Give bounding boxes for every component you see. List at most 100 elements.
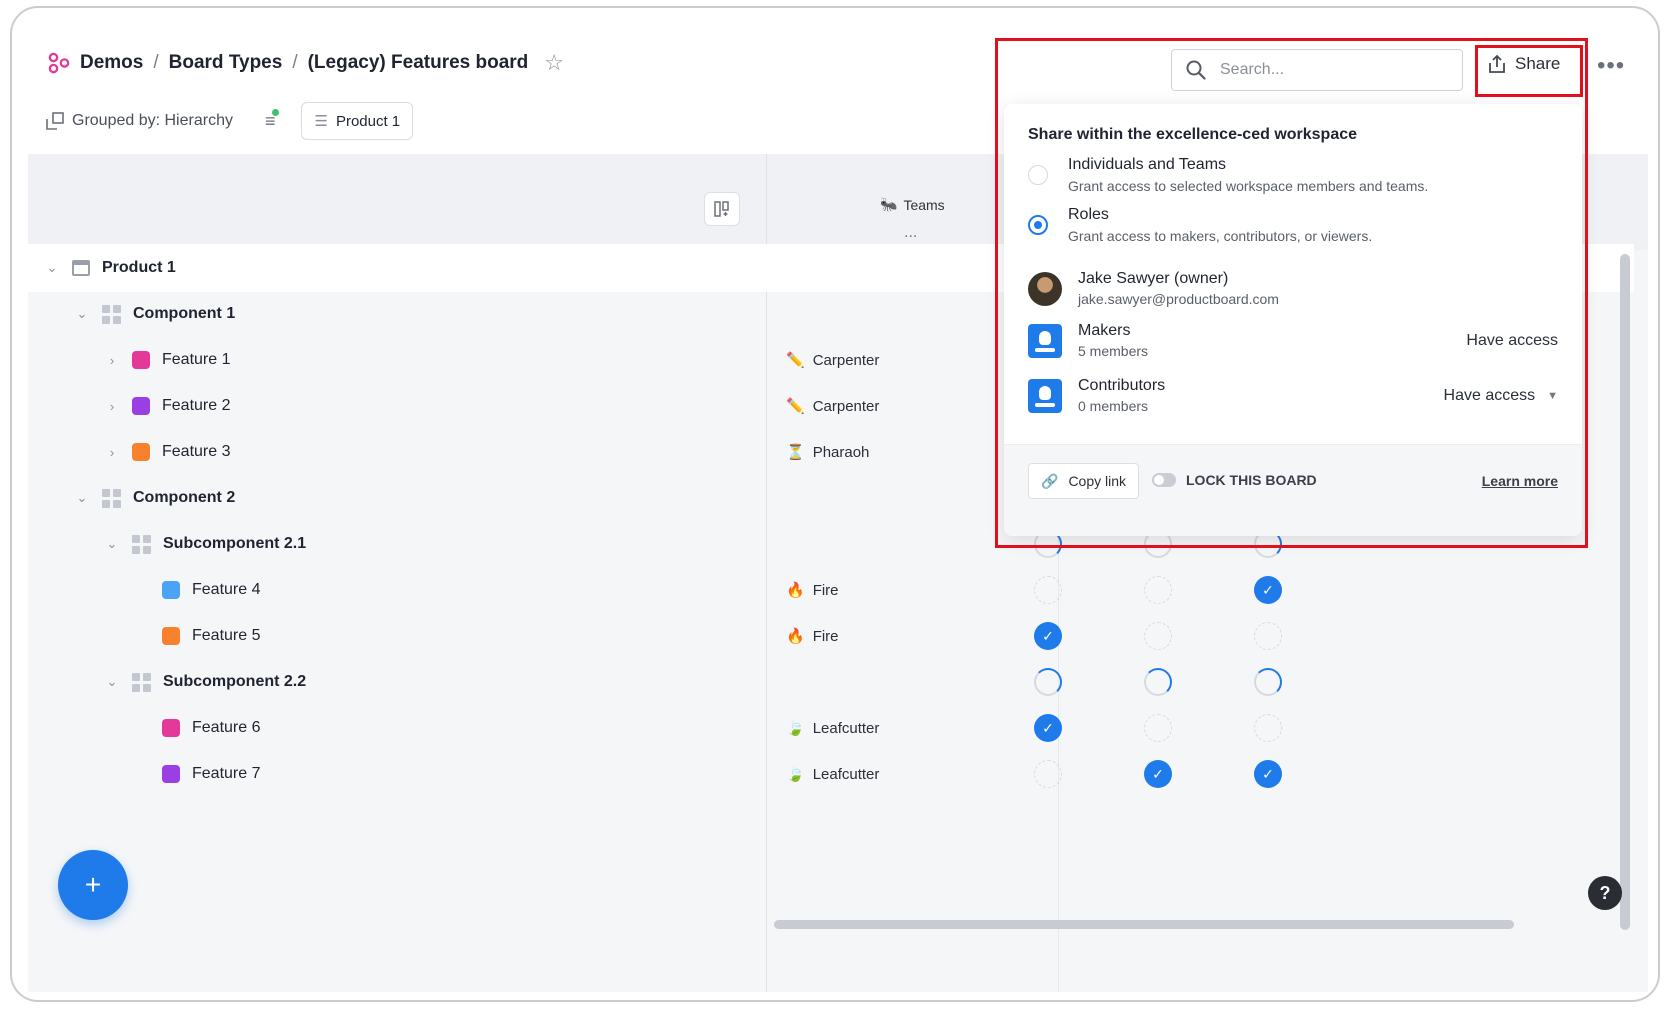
board-toolbar: Grouped by: Hierarchy ≡ ☰ Product 1 xyxy=(46,102,414,140)
chevron-down-icon[interactable]: ⌄ xyxy=(74,306,90,322)
check-icon[interactable]: ✓ xyxy=(1254,576,1282,604)
fire-icon: 🔥 xyxy=(786,582,805,599)
table-row[interactable]: Feature 7 🍃 Leafcutter ✓ ✓ xyxy=(28,750,1634,798)
status-cell[interactable] xyxy=(1144,668,1172,696)
chevron-down-icon[interactable]: ⌄ xyxy=(104,674,120,690)
table-row[interactable]: Feature 4 🔥 Fire ✓ xyxy=(28,566,1634,614)
pencil-icon: ✏️ xyxy=(786,398,805,415)
table-row[interactable]: Feature 6 🍃 Leafcutter ✓ xyxy=(28,704,1634,752)
row-label: Subcomponent 2.2 xyxy=(163,673,307,690)
row-label: Component 2 xyxy=(133,489,236,506)
columns-icon xyxy=(714,201,729,217)
productboard-logo-icon xyxy=(48,52,70,74)
grouped-by-label: Grouped by: Hierarchy xyxy=(72,112,233,129)
status-cell[interactable] xyxy=(1144,714,1172,742)
subcomponent-icon xyxy=(132,534,151,554)
status-cell[interactable] xyxy=(1254,622,1282,650)
row-label: Feature 1 xyxy=(162,351,231,368)
row-label: Product 1 xyxy=(102,259,176,276)
chevron-down-icon[interactable]: ⌄ xyxy=(74,490,90,506)
feature-color-icon xyxy=(162,765,180,783)
teams-column-header[interactable]: 🐜 Teams xyxy=(880,196,945,213)
filter-icon[interactable]: ≡ xyxy=(265,108,280,132)
chevron-down-icon[interactable]: ⌄ xyxy=(44,260,60,276)
breadcrumb-separator: / xyxy=(292,52,298,73)
team-name: Carpenter xyxy=(812,351,880,369)
teams-column-label: Teams xyxy=(903,196,945,213)
team-cell[interactable]: 🔥 Fire xyxy=(786,581,839,600)
product-filter-label: Product 1 xyxy=(335,112,401,130)
row-label: Feature 5 xyxy=(192,627,261,644)
vertical-scrollbar[interactable] xyxy=(1620,254,1630,930)
status-cell[interactable] xyxy=(1254,668,1282,696)
team-name: Leafcutter xyxy=(812,719,880,737)
horizontal-scrollbar[interactable] xyxy=(774,920,1514,929)
fire-icon: 🔥 xyxy=(786,628,805,645)
pencil-icon: ✏️ xyxy=(786,352,805,369)
feature-color-icon xyxy=(162,719,180,737)
feature-color-icon xyxy=(132,351,150,369)
status-cell[interactable] xyxy=(1144,576,1172,604)
team-name: Carpenter xyxy=(812,397,880,415)
chevron-right-icon[interactable]: › xyxy=(104,445,120,460)
feature-color-icon xyxy=(162,581,180,599)
sort-icon: ☰ xyxy=(314,113,328,130)
status-cell[interactable] xyxy=(1034,668,1062,696)
team-name: Leafcutter xyxy=(812,765,880,783)
add-button[interactable]: + xyxy=(58,850,128,920)
component-icon xyxy=(102,304,121,324)
hierarchy-icon xyxy=(46,112,64,130)
breadcrumb-item-demos[interactable]: Demos xyxy=(80,52,143,74)
leaf-icon: 🍃 xyxy=(786,720,805,737)
feature-color-icon xyxy=(132,443,150,461)
check-icon[interactable]: ✓ xyxy=(1034,714,1062,742)
check-icon[interactable]: ✓ xyxy=(1034,622,1062,650)
hourglass-icon: ⏳ xyxy=(786,444,805,461)
row-label: Feature 7 xyxy=(192,765,261,782)
team-name: Pharaoh xyxy=(812,443,870,461)
team-cell[interactable]: 🍃 Leafcutter xyxy=(786,719,880,738)
status-cell[interactable] xyxy=(1254,714,1282,742)
row-label: Subcomponent 2.1 xyxy=(163,535,307,552)
breadcrumb-separator: / xyxy=(153,52,159,73)
feature-color-icon xyxy=(162,627,180,645)
team-name: Fire xyxy=(812,581,839,599)
star-icon[interactable]: ☆ xyxy=(544,50,564,76)
team-name: Fire xyxy=(812,627,839,645)
status-cell[interactable] xyxy=(1144,622,1172,650)
chevron-down-icon[interactable]: ⌄ xyxy=(104,536,120,552)
product-filter-button[interactable]: ☰ Product 1 xyxy=(301,102,414,140)
more-options-icon[interactable]: ••• xyxy=(1597,52,1625,80)
chevron-right-icon[interactable]: › xyxy=(104,399,120,414)
check-icon[interactable]: ✓ xyxy=(1144,760,1172,788)
teams-column-menu[interactable]: ... xyxy=(904,224,917,242)
table-row[interactable]: ⌄ Subcomponent 2.2 xyxy=(28,658,1634,706)
leaf-icon: 🍃 xyxy=(786,766,805,783)
breadcrumb: Demos / Board Types / (Legacy) Features … xyxy=(48,50,564,76)
team-cell[interactable]: ✏️ Carpenter xyxy=(786,351,880,370)
chevron-right-icon[interactable]: › xyxy=(104,353,120,368)
team-cell[interactable]: 🍃 Leafcutter xyxy=(786,765,880,784)
status-cell[interactable] xyxy=(1034,760,1062,788)
team-cell[interactable]: ⏳ Pharaoh xyxy=(786,443,870,462)
feature-color-icon xyxy=(132,397,150,415)
row-label: Feature 6 xyxy=(192,719,261,736)
column-settings-button[interactable] xyxy=(704,192,740,226)
subcomponent-icon xyxy=(132,672,151,692)
check-icon[interactable]: ✓ xyxy=(1254,760,1282,788)
table-row[interactable]: Feature 5 🔥 Fire ✓ xyxy=(28,612,1634,660)
share-highlight-box xyxy=(1475,45,1583,97)
grouped-by-button[interactable]: Grouped by: Hierarchy xyxy=(46,112,233,130)
row-label: Feature 4 xyxy=(192,581,261,598)
component-icon xyxy=(102,488,121,508)
help-button[interactable]: ? xyxy=(1588,876,1622,910)
filter-active-dot xyxy=(272,108,280,116)
row-label: Feature 3 xyxy=(162,443,231,460)
breadcrumb-item-board[interactable]: (Legacy) Features board xyxy=(308,52,529,74)
product-icon xyxy=(72,260,90,276)
team-cell[interactable]: 🔥 Fire xyxy=(786,627,839,646)
breadcrumb-item-board-types[interactable]: Board Types xyxy=(169,52,283,74)
ant-icon: 🐜 xyxy=(880,196,898,212)
status-cell[interactable] xyxy=(1034,576,1062,604)
team-cell[interactable]: ✏️ Carpenter xyxy=(786,397,880,416)
